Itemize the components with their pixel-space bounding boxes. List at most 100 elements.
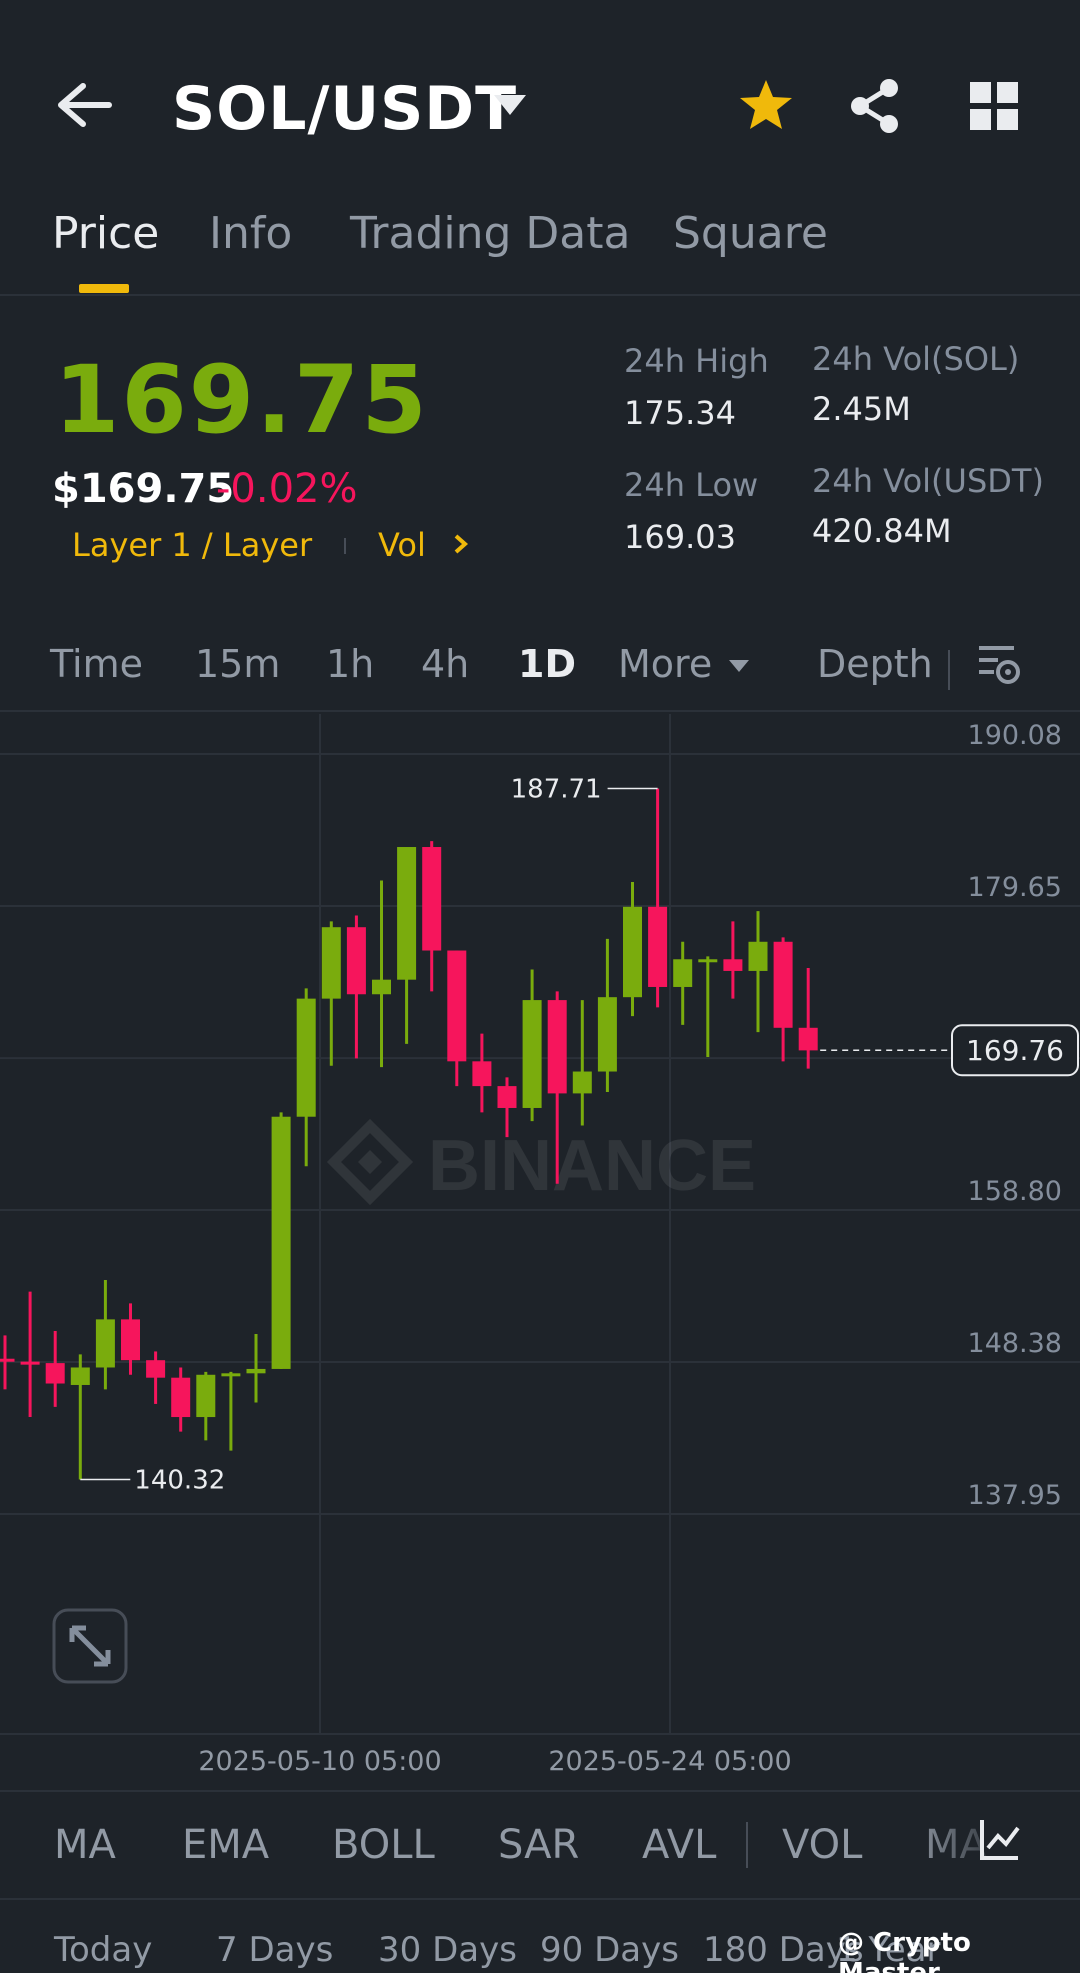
low-value: 169.03 bbox=[624, 518, 736, 556]
candle bbox=[70, 1354, 90, 1480]
indicator-boll[interactable]: BOLL bbox=[332, 1822, 435, 1868]
caret-down-icon[interactable] bbox=[728, 658, 750, 674]
candle bbox=[146, 1351, 166, 1404]
indicator-bar: MA EMA BOLL SAR AVL VOL MA bbox=[0, 1790, 1080, 1900]
interval-more[interactable]: More bbox=[618, 642, 712, 686]
top-tabs: Price Info Trading Data Square bbox=[0, 200, 1080, 296]
chevron-right-icon[interactable] bbox=[452, 532, 470, 556]
candle-body bbox=[773, 941, 793, 1028]
candle-body bbox=[497, 1086, 517, 1108]
candle bbox=[773, 937, 793, 1062]
vol-usdt-value: 420.84M bbox=[812, 512, 952, 550]
candle-body bbox=[321, 927, 341, 999]
caret-down-icon[interactable] bbox=[492, 92, 528, 118]
candle-body bbox=[748, 941, 768, 971]
candlestick-chart[interactable]: BINANCE 187.71 140.32 169.76 190.08 179.65 1… bbox=[0, 714, 1080, 1788]
candle bbox=[447, 950, 467, 1087]
high-label: 24h High bbox=[624, 342, 769, 380]
interval-1h[interactable]: 1h bbox=[326, 642, 374, 686]
candle bbox=[522, 969, 542, 1122]
chart-settings-icon[interactable] bbox=[976, 642, 1022, 688]
candle bbox=[20, 1291, 40, 1418]
indicator-divider bbox=[746, 1822, 748, 1868]
candle bbox=[45, 1331, 65, 1407]
header-bar: SOL/USDT bbox=[0, 0, 1080, 190]
candle-body bbox=[372, 979, 391, 995]
interval-15m[interactable]: 15m bbox=[195, 642, 280, 686]
max-annotation: 187.71 bbox=[511, 775, 602, 805]
tab-info[interactable]: Info bbox=[209, 208, 292, 259]
interval-depth[interactable]: Depth bbox=[817, 642, 933, 686]
candle-body bbox=[221, 1373, 241, 1377]
candle-body bbox=[547, 1000, 567, 1094]
period-today[interactable]: Today bbox=[54, 1930, 152, 1970]
candle-body bbox=[397, 847, 417, 980]
candle bbox=[422, 841, 442, 992]
tab-price[interactable]: Price bbox=[52, 208, 159, 259]
candle-body bbox=[447, 950, 467, 1062]
candle-body bbox=[798, 1027, 818, 1051]
interval-1d[interactable]: 1D bbox=[518, 642, 576, 686]
candle-body bbox=[673, 959, 693, 987]
tab-square[interactable]: Square bbox=[673, 208, 828, 259]
interval-4h[interactable]: 4h bbox=[421, 642, 469, 686]
candle bbox=[121, 1303, 140, 1375]
back-arrow-icon[interactable] bbox=[55, 80, 115, 130]
indicator-ma[interactable]: MA bbox=[54, 1822, 116, 1868]
candle bbox=[221, 1371, 241, 1451]
candle-body bbox=[70, 1367, 90, 1385]
expand-chart-button[interactable] bbox=[52, 1608, 128, 1684]
indicator-vol[interactable]: VOL bbox=[782, 1822, 862, 1868]
candle-body bbox=[296, 998, 316, 1117]
category-tag[interactable]: Layer 1 / Layer bbox=[72, 526, 312, 564]
candle bbox=[397, 847, 417, 1044]
high-value: 175.34 bbox=[624, 394, 736, 432]
period-90-days[interactable]: 90 Days bbox=[540, 1930, 679, 1970]
tab-trading-data[interactable]: Trading Data bbox=[350, 208, 630, 259]
candle-body bbox=[522, 1000, 542, 1108]
candle-body bbox=[20, 1361, 40, 1365]
period-7-days[interactable]: 7 Days bbox=[216, 1930, 333, 1970]
last-price: 169.75 bbox=[54, 346, 429, 455]
candle-body bbox=[698, 959, 718, 963]
candle-body bbox=[146, 1360, 166, 1378]
usd-price: $169.75 bbox=[52, 466, 235, 512]
interval-divider bbox=[948, 650, 950, 690]
candle bbox=[472, 1033, 492, 1113]
star-icon[interactable] bbox=[738, 78, 794, 132]
pair-title[interactable]: SOL/USDT bbox=[172, 74, 517, 144]
indicator-settings-icon[interactable] bbox=[978, 1816, 1020, 1864]
vol-usdt-label: 24h Vol(USDT) bbox=[812, 462, 1044, 500]
candle bbox=[748, 911, 768, 1033]
grid-icon[interactable] bbox=[970, 82, 1018, 130]
y-tick-label: 158.80 bbox=[968, 1176, 1062, 1207]
candle-body bbox=[0, 1358, 15, 1362]
candle bbox=[798, 968, 818, 1069]
watermark-text: BINANCE bbox=[428, 1126, 756, 1206]
indicator-ema[interactable]: EMA bbox=[182, 1822, 269, 1868]
candle bbox=[246, 1333, 266, 1403]
candle bbox=[597, 938, 617, 1092]
candle bbox=[321, 921, 341, 1066]
share-icon[interactable] bbox=[848, 78, 902, 134]
candle-body bbox=[723, 959, 743, 971]
x-tick-label: 2025-05-24 05:00 bbox=[548, 1746, 791, 1777]
indicator-avl[interactable]: AVL bbox=[642, 1822, 716, 1868]
min-annotation: 140.32 bbox=[134, 1465, 225, 1495]
vol-tag[interactable]: Vol bbox=[378, 526, 426, 564]
candle-body bbox=[623, 906, 642, 998]
y-tick-label: 179.65 bbox=[968, 872, 1062, 903]
candle bbox=[698, 956, 718, 1057]
candle bbox=[623, 882, 642, 1017]
candle bbox=[296, 988, 316, 1167]
candle-body bbox=[472, 1061, 492, 1087]
indicator-sar[interactable]: SAR bbox=[498, 1822, 579, 1868]
candle-body bbox=[597, 997, 617, 1072]
candle bbox=[271, 1112, 291, 1369]
candle-body bbox=[171, 1377, 191, 1418]
candle bbox=[372, 880, 391, 1068]
interval-time[interactable]: Time bbox=[50, 642, 143, 686]
period-30-days[interactable]: 30 Days bbox=[378, 1930, 517, 1970]
credit-watermark: @ Crypto Master bbox=[838, 1928, 971, 1973]
candle bbox=[572, 1000, 592, 1126]
